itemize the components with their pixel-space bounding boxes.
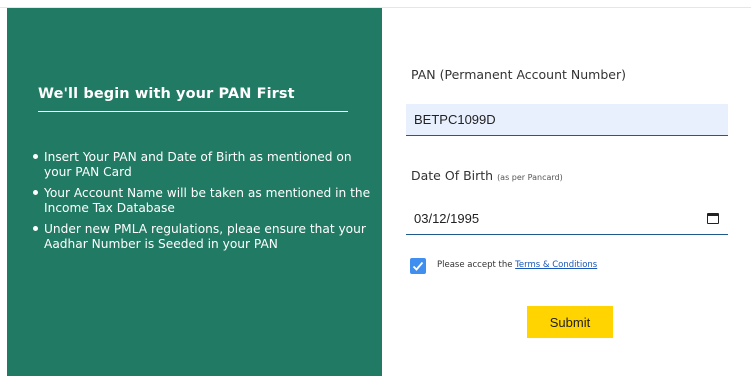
bullet-icon xyxy=(33,190,38,195)
bullet-icon xyxy=(33,226,38,231)
calendar-icon[interactable] xyxy=(707,213,719,224)
pan-label: PAN (Permanent Account Number) xyxy=(411,67,626,82)
list-item: Insert Your PAN and Date of Birth as men… xyxy=(31,150,371,180)
pan-input[interactable]: BETPC1099D xyxy=(406,104,728,136)
terms-checkbox[interactable] xyxy=(410,258,426,274)
list-item: Your Account Name will be taken as menti… xyxy=(31,186,371,216)
dob-label-text: Date Of Birth xyxy=(411,168,494,183)
terms-prefix: Please accept the xyxy=(437,260,513,270)
instructions-list: Insert Your PAN and Date of Birth as men… xyxy=(31,150,371,258)
instruction-text: Insert Your PAN and Date of Birth as men… xyxy=(44,150,352,179)
terms-text: Please accept the Terms & Conditions xyxy=(437,260,597,270)
checkmark-icon xyxy=(412,261,424,271)
top-divider xyxy=(0,0,751,8)
instruction-text: Under new PMLA regulations, pleae ensure… xyxy=(44,222,366,251)
dob-hint: (as per Pancard) xyxy=(497,173,563,182)
dob-input[interactable]: 03/12/1995 xyxy=(406,203,728,235)
info-panel: We'll begin with your PAN First Insert Y… xyxy=(7,8,382,376)
dob-value: 03/12/1995 xyxy=(414,211,480,226)
pan-value: BETPC1099D xyxy=(414,112,496,127)
submit-button[interactable]: Submit xyxy=(527,306,613,338)
instruction-text: Your Account Name will be taken as menti… xyxy=(44,186,371,215)
list-item: Under new PMLA regulations, pleae ensure… xyxy=(31,222,371,252)
dob-label: Date Of Birth (as per Pancard) xyxy=(411,168,563,183)
info-panel-title: We'll begin with your PAN First xyxy=(38,86,348,112)
bullet-icon xyxy=(33,154,38,159)
terms-link[interactable]: Terms & Conditions xyxy=(515,260,597,270)
